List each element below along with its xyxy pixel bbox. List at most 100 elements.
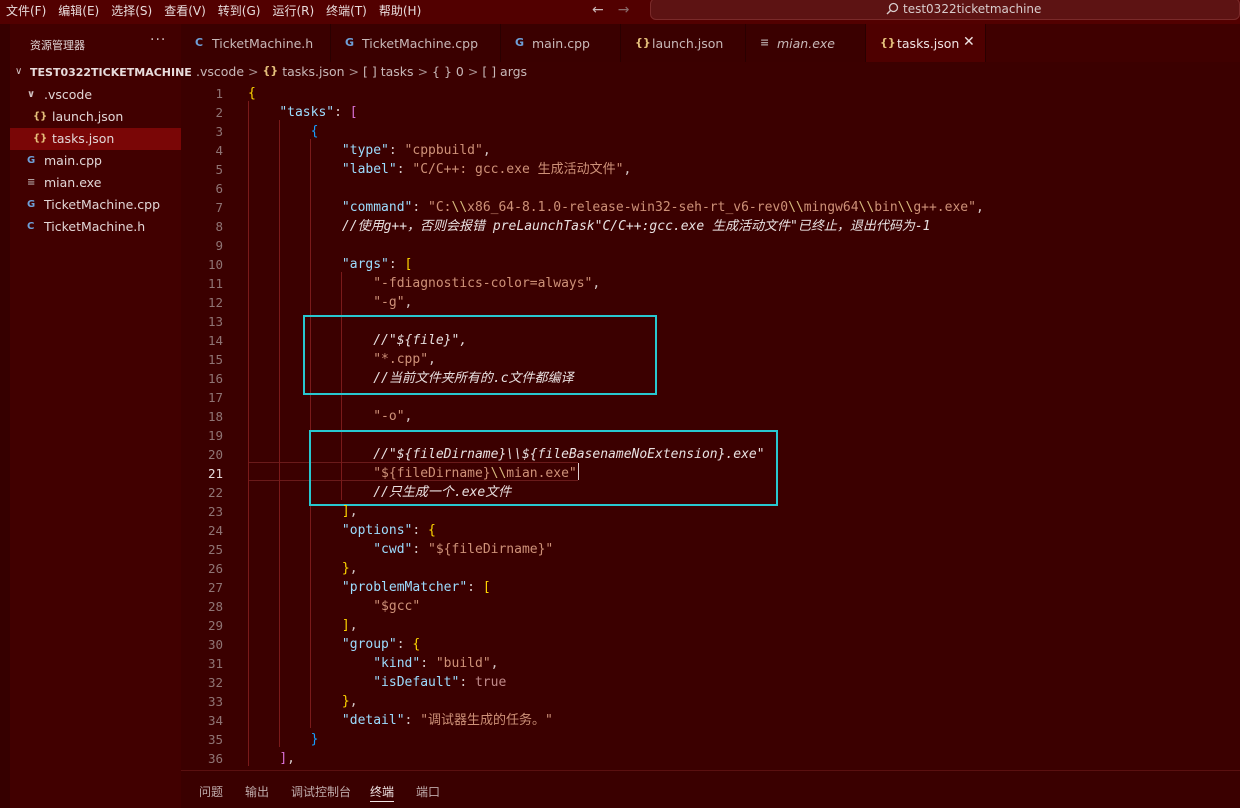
menu-go[interactable]: 转到(G) — [212, 0, 267, 20]
code-line[interactable]: "$gcc" — [248, 597, 420, 616]
bottom-panel: 问题 输出 调试控制台 终端 端口 — [181, 770, 1240, 808]
editor-tab-label: TicketMachine.cpp — [362, 36, 479, 51]
editor-tab[interactable]: Gmain.cpp — [501, 24, 621, 62]
editor-tab[interactable]: G TicketMachine.cpp — [331, 24, 501, 62]
code-line[interactable]: "group": { — [248, 635, 420, 654]
code-line[interactable]: "command": "C:\\x86_64-8.1.0-release-win… — [248, 198, 984, 217]
search-icon — [886, 2, 899, 15]
menu-terminal[interactable]: 终端(T) — [320, 0, 373, 20]
file-tree-item[interactable]: Gmain.cpp — [10, 150, 181, 172]
code-line[interactable]: "detail": "调试器生成的任务。" — [248, 711, 553, 730]
json-file-icon: {} — [880, 36, 896, 49]
editor-tab-label: mian.exe — [777, 36, 835, 51]
menu-edit[interactable]: 编辑(E) — [52, 0, 105, 20]
line-number: 13 — [207, 314, 223, 329]
line-number: 3 — [215, 124, 223, 139]
menu-run[interactable]: 运行(R) — [266, 0, 320, 20]
breadcrumb-folder[interactable]: .vscode — [196, 64, 244, 82]
breadcrumb-symbol-args[interactable]: [ ] args — [482, 64, 527, 82]
code-line[interactable]: ], — [248, 616, 358, 635]
code-editor[interactable]: 1{2 "tasks": [3 {4 "type": "cppbuild", 5 … — [181, 82, 1240, 770]
line-number: 7 — [215, 200, 223, 215]
code-line[interactable]: "-fdiagnostics-color=always", — [248, 274, 600, 293]
line-number: 19 — [207, 428, 223, 443]
code-line[interactable]: }, — [248, 692, 358, 711]
code-line[interactable]: "problemMatcher": [ — [248, 578, 491, 597]
code-line[interactable]: "options": { — [248, 521, 436, 540]
panel-tab[interactable]: 输出 — [245, 783, 269, 800]
menu-bar: 文件(F) 编辑(E) 选择(S) 查看(V) 转到(G) 运行(R) 终端(T… — [0, 0, 427, 20]
menu-help[interactable]: 帮助(H) — [373, 0, 427, 20]
file-tree-item[interactable]: ∨ .vscode — [10, 84, 181, 106]
breadcrumb-file[interactable]: tasks.json — [282, 64, 344, 82]
editor-tab[interactable]: C TicketMachine.h — [181, 24, 331, 62]
code-line[interactable]: { — [248, 122, 319, 141]
line-number: 31 — [207, 656, 223, 671]
panel-tab[interactable]: 端口 — [416, 783, 440, 800]
editor-tab[interactable]: ≡ mian.exe — [746, 24, 866, 62]
code-line[interactable]: "*.cpp", — [248, 350, 436, 369]
editor-tab-label: main.cpp — [532, 36, 590, 51]
code-line[interactable]: //只生成一个.exe文件 — [248, 483, 511, 502]
forward-arrow-icon[interactable]: → — [618, 0, 630, 20]
editor-tab[interactable]: {} tasks.json ✕ — [866, 24, 986, 62]
menu-file[interactable]: 文件(F) — [0, 0, 52, 20]
code-line[interactable]: "tasks": [ — [248, 103, 357, 122]
menu-view[interactable]: 查看(V) — [158, 0, 212, 20]
file-tree-item[interactable]: ≡ mian.exe — [10, 172, 181, 194]
chevron-right-icon: > — [348, 64, 360, 79]
line-number: 28 — [207, 599, 223, 614]
close-icon[interactable]: ✕ — [963, 34, 975, 50]
code-line[interactable]: } — [248, 730, 319, 749]
line-number: 16 — [207, 371, 223, 386]
code-line[interactable]: //当前文件夹所有的.c文件都编译 — [248, 369, 573, 388]
breadcrumb-symbol-tasks[interactable]: [ ] tasks — [363, 64, 414, 82]
code-line[interactable]: "isDefault": true — [248, 673, 506, 692]
editor-tab[interactable]: {} launch.json — [621, 24, 746, 62]
code-line[interactable]: ], — [248, 749, 295, 768]
code-line[interactable]: //"${file}", — [248, 331, 467, 350]
panel-tab[interactable]: 调试控制台 — [291, 783, 351, 800]
workspace-folder-header[interactable]: ∨ TEST0322TICKETMACHINE — [10, 64, 192, 82]
code-line[interactable]: //使用g++，否则会报错 preLaunchTask"C/C++:gcc.ex… — [248, 217, 931, 236]
cpp-file-icon: G — [345, 36, 355, 49]
code-line[interactable]: ], — [248, 502, 358, 521]
panel-tab[interactable]: 终端 — [370, 783, 395, 802]
code-line[interactable]: }, — [248, 559, 358, 578]
line-number: 22 — [207, 485, 223, 500]
back-arrow-icon[interactable]: ← — [592, 0, 604, 20]
cpp-file-icon: G — [27, 199, 36, 210]
file-tree-item-label: TicketMachine.h — [44, 219, 146, 234]
file-tree-item[interactable]: G TicketMachine.cpp — [10, 194, 181, 216]
explorer-sidebar: 资源管理器 ··· ∨ TEST0322TICKETMACHINE ∨ .vsco… — [10, 24, 192, 808]
line-number: 24 — [207, 523, 223, 538]
json-file-icon: {} — [33, 111, 48, 122]
file-tree-item[interactable]: {} launch.json — [10, 106, 181, 128]
code-line[interactable]: "args": [ — [248, 255, 412, 274]
code-line[interactable]: //"${fileDirname}\\${fileBasenameNoExten… — [248, 445, 764, 464]
chevron-right-icon: > — [467, 64, 479, 79]
menu-selection[interactable]: 选择(S) — [105, 0, 158, 20]
line-number: 20 — [207, 447, 223, 462]
chevron-down-icon: ∨ — [27, 89, 36, 100]
file-tree-item[interactable]: C TicketMachine.h — [10, 216, 181, 238]
breadcrumb-symbol-0[interactable]: { } 0 — [432, 64, 464, 82]
file-tree-item-label: TicketMachine.cpp — [44, 197, 161, 212]
code-line[interactable]: { — [248, 84, 256, 103]
code-line[interactable]: "kind": "build", — [248, 654, 498, 673]
line-number: 23 — [207, 504, 223, 519]
code-line[interactable]: "-o", — [248, 407, 412, 426]
line-number: 27 — [207, 580, 223, 595]
code-line[interactable]: "-g", — [248, 293, 412, 312]
more-actions-icon[interactable]: ··· — [150, 32, 166, 48]
code-line[interactable]: "label": "C/C++: gcc.exe 生成活动文件", — [248, 160, 631, 179]
code-line[interactable]: "type": "cppbuild", — [248, 141, 491, 160]
file-tree-item[interactable]: {} tasks.json — [10, 128, 181, 150]
code-line[interactable]: "${fileDirname}\\mian.exe" — [248, 464, 577, 483]
exe-file-icon: ≡ — [760, 36, 770, 49]
panel-tab[interactable]: 问题 — [199, 783, 223, 800]
chevron-down-icon: ∨ — [15, 66, 23, 77]
command-center[interactable]: test0322ticketmachine — [650, 0, 1240, 20]
line-number: 29 — [207, 618, 223, 633]
code-line[interactable]: "cwd": "${fileDirname}" — [248, 540, 553, 559]
